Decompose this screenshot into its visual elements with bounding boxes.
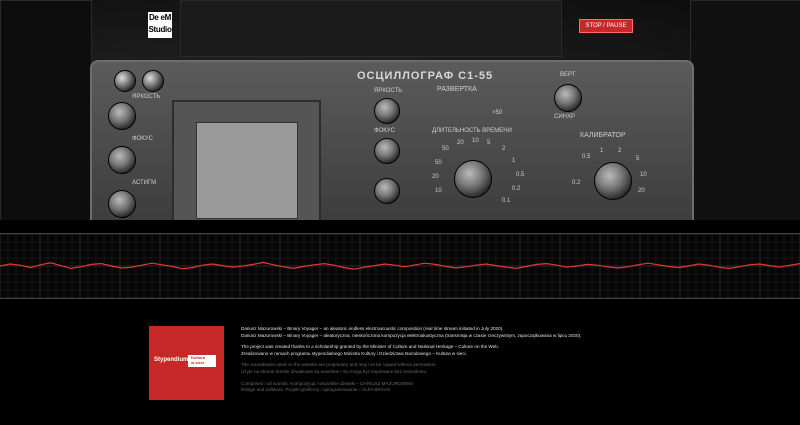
middle-knob-3 (374, 178, 400, 204)
focus-knob (108, 146, 136, 174)
info-line-5: The soundtracks used on the website are … (241, 362, 437, 368)
scholarship-title: Stypendium (154, 357, 189, 363)
sweep-section-title: РАЗВЕРТКА (437, 86, 477, 93)
brightness-knob (108, 102, 136, 130)
scholarship-badge: Kultura w sieci (188, 355, 216, 367)
cal-mark-7: 0.2 (572, 180, 581, 186)
calibrator-knob (594, 162, 632, 200)
info-line-2: Dariusz Mazurowski – Binary Voyager – al… (241, 332, 582, 338)
astig-knob (108, 190, 136, 218)
sweep-duration-label: ДЛИТЕЛЬНОСТЬ ВРЕМЕНИ (432, 128, 512, 134)
sweep-dial-mark-11: 20 (432, 174, 439, 180)
oscilloscope-front-panel: ОСЦИЛЛОГРАФ С1-55 ЯРКОСТЬ ФОКУС АСТИГМ Я… (90, 60, 694, 220)
sweep-multiplier-label: ×50 (492, 110, 503, 116)
focus-label: ФОКУС (132, 136, 153, 142)
info-line-4: Zrealizowano w ramach programu stypendia… (241, 350, 467, 356)
vert-label: ВЕРТ (560, 72, 576, 78)
sync-label: СИНХР (554, 114, 575, 120)
info-line-8: Design and software. Projekt graficzny i… (241, 387, 391, 393)
knob-top-left-1 (114, 70, 136, 92)
cal-mark-3: 2 (618, 148, 622, 154)
cal-mark-4: 5 (636, 156, 640, 162)
sweep-dial-knob (454, 160, 492, 198)
middle-knob-2 (374, 138, 400, 164)
sweep-dial-mark-12: 10 (435, 188, 442, 194)
studio-logo[interactable]: De eM Studio (148, 12, 172, 38)
cal-mark-2: 1 (600, 148, 604, 154)
project-info: Dariusz Mazurowski – Binary Voyager – an… (241, 326, 601, 394)
sweep-dial-mark-5: 2 (502, 146, 506, 152)
calibrator-section-title: КАЛИБРАТОР (580, 132, 626, 139)
info-line-1: Dariusz Mazurowski – Binary Voyager – an… (241, 326, 504, 331)
astig-label: АСТИГМ (132, 180, 157, 186)
background-rack-left (0, 0, 92, 220)
info-line-6: Użyte na stronie ścieżki dźwiękowe są au… (241, 368, 428, 374)
crt-screen (196, 122, 298, 219)
sweep-dial-mark-2: 20 (457, 140, 464, 146)
middle-knob-1 (374, 98, 400, 124)
sweep-dial-mark-3: 10 (472, 138, 479, 144)
cal-mark-6: 20 (638, 188, 645, 194)
logo-line-2: Studio (148, 25, 172, 34)
cal-mark-5: 10 (640, 172, 647, 178)
info-line-3: The project was created thanks to a scho… (241, 344, 500, 350)
hero-oscilloscope-photo: ОСЦИЛЛОГРАФ С1-55 ЯРКОСТЬ ФОКУС АСТИГМ Я… (0, 0, 800, 220)
stop-pause-button[interactable]: STOP / PAUSE (579, 19, 633, 33)
sweep-dial-mark-1: 50 (442, 146, 449, 152)
sweep-dial-mark-7: 0.5 (516, 172, 525, 178)
sweep-dial-mark-4: 5 (487, 140, 491, 146)
badge-line-2: w sieci (191, 360, 205, 365)
sweep-dial-mark-8: 0.2 (512, 186, 521, 192)
sweep-dial-mark-6: 1 (512, 158, 516, 164)
scholarship-logo-card: Stypendium Kultura w sieci (149, 326, 224, 400)
background-equipment-top (180, 0, 562, 57)
sweep-dial-mark-10: 50 (435, 160, 442, 166)
sweep-dial-mark-9: 0.1 (502, 198, 511, 204)
focus-label-2: ФОКУС (374, 128, 395, 134)
device-title: ОСЦИЛЛОГРАФ С1-55 (357, 70, 494, 82)
info-line-7: Composed / all sounds. Kompozycja / wszy… (241, 380, 414, 386)
knob-top-left-2 (142, 70, 164, 92)
brightness-label: ЯРКОСТЬ (132, 94, 161, 100)
waveform-svg (0, 234, 800, 298)
waveform-display (0, 233, 800, 299)
vert-knob (554, 84, 582, 112)
brightness-label-2: ЯРКОСТЬ (374, 88, 403, 94)
crt-screen-bezel (172, 100, 321, 220)
background-rack-right (690, 0, 800, 220)
cal-mark-1: 0.5 (582, 154, 591, 160)
logo-line-1: De eM (148, 13, 172, 22)
